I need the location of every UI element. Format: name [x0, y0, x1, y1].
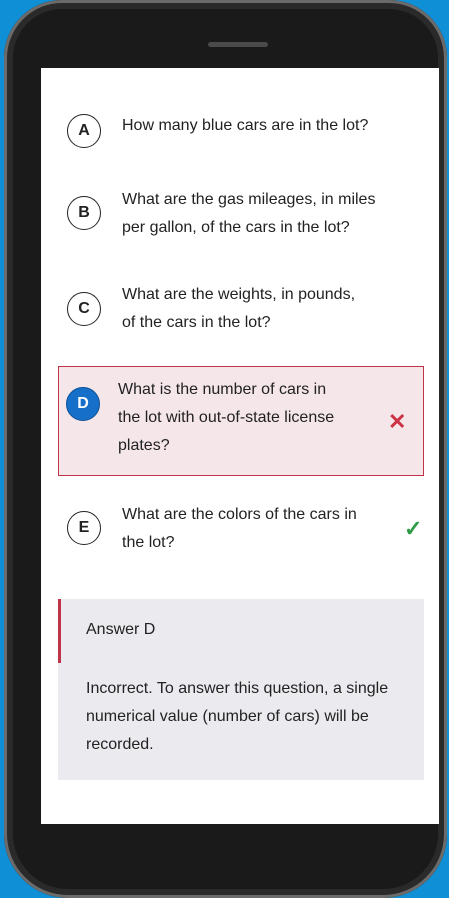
option-letter-badge: A — [67, 114, 101, 148]
x-icon: ✕ — [388, 409, 407, 434]
option-text-line-2: the lot with out-of-state license — [118, 409, 335, 426]
option-text: How many blue cars are in the lot? — [122, 117, 369, 134]
phone-speaker — [208, 42, 268, 47]
option-text-line-1: What are the colors of the cars in — [122, 506, 357, 523]
answer-option-c[interactable]: C What are the weights, in pounds, of th… — [41, 268, 439, 366]
answer-option-d[interactable]: D What is the number of cars in the lot … — [58, 366, 424, 476]
answer-option-a[interactable]: A How many blue cars are in the lot? — [41, 68, 439, 178]
feedback-panel: Answer D Incorrect. To answer this quest… — [58, 599, 424, 780]
option-text-line-2: the lot? — [122, 534, 175, 551]
answer-option-b[interactable]: B What are the gas mileages, in miles pe… — [41, 178, 439, 268]
option-text-line-2: of the cars in the lot? — [122, 314, 271, 331]
option-letter-badge: E — [67, 511, 101, 545]
feedback-body: Incorrect. To answer this question, a si… — [86, 680, 389, 753]
phone-frame: A How many blue cars are in the lot? B W… — [4, 0, 447, 898]
answer-option-e[interactable]: E What are the colors of the cars in the… — [41, 496, 439, 576]
option-text-line-2: per gallon, of the cars in the lot? — [122, 219, 350, 236]
feedback-title: Answer D — [86, 621, 156, 638]
check-icon: ✓ — [404, 516, 423, 541]
option-text-line-1: What are the weights, in pounds, — [122, 286, 356, 303]
option-letter-badge: B — [67, 196, 101, 230]
option-text-line-1: What are the gas mileages, in miles — [122, 191, 376, 208]
option-text-line-3: plates? — [118, 437, 170, 454]
quiz-screen: A How many blue cars are in the lot? B W… — [41, 68, 439, 824]
option-text-line-1: What is the number of cars in — [118, 381, 327, 398]
feedback-accent-bar — [58, 599, 61, 663]
option-letter-badge: D — [66, 387, 100, 421]
option-letter-badge: C — [67, 292, 101, 326]
